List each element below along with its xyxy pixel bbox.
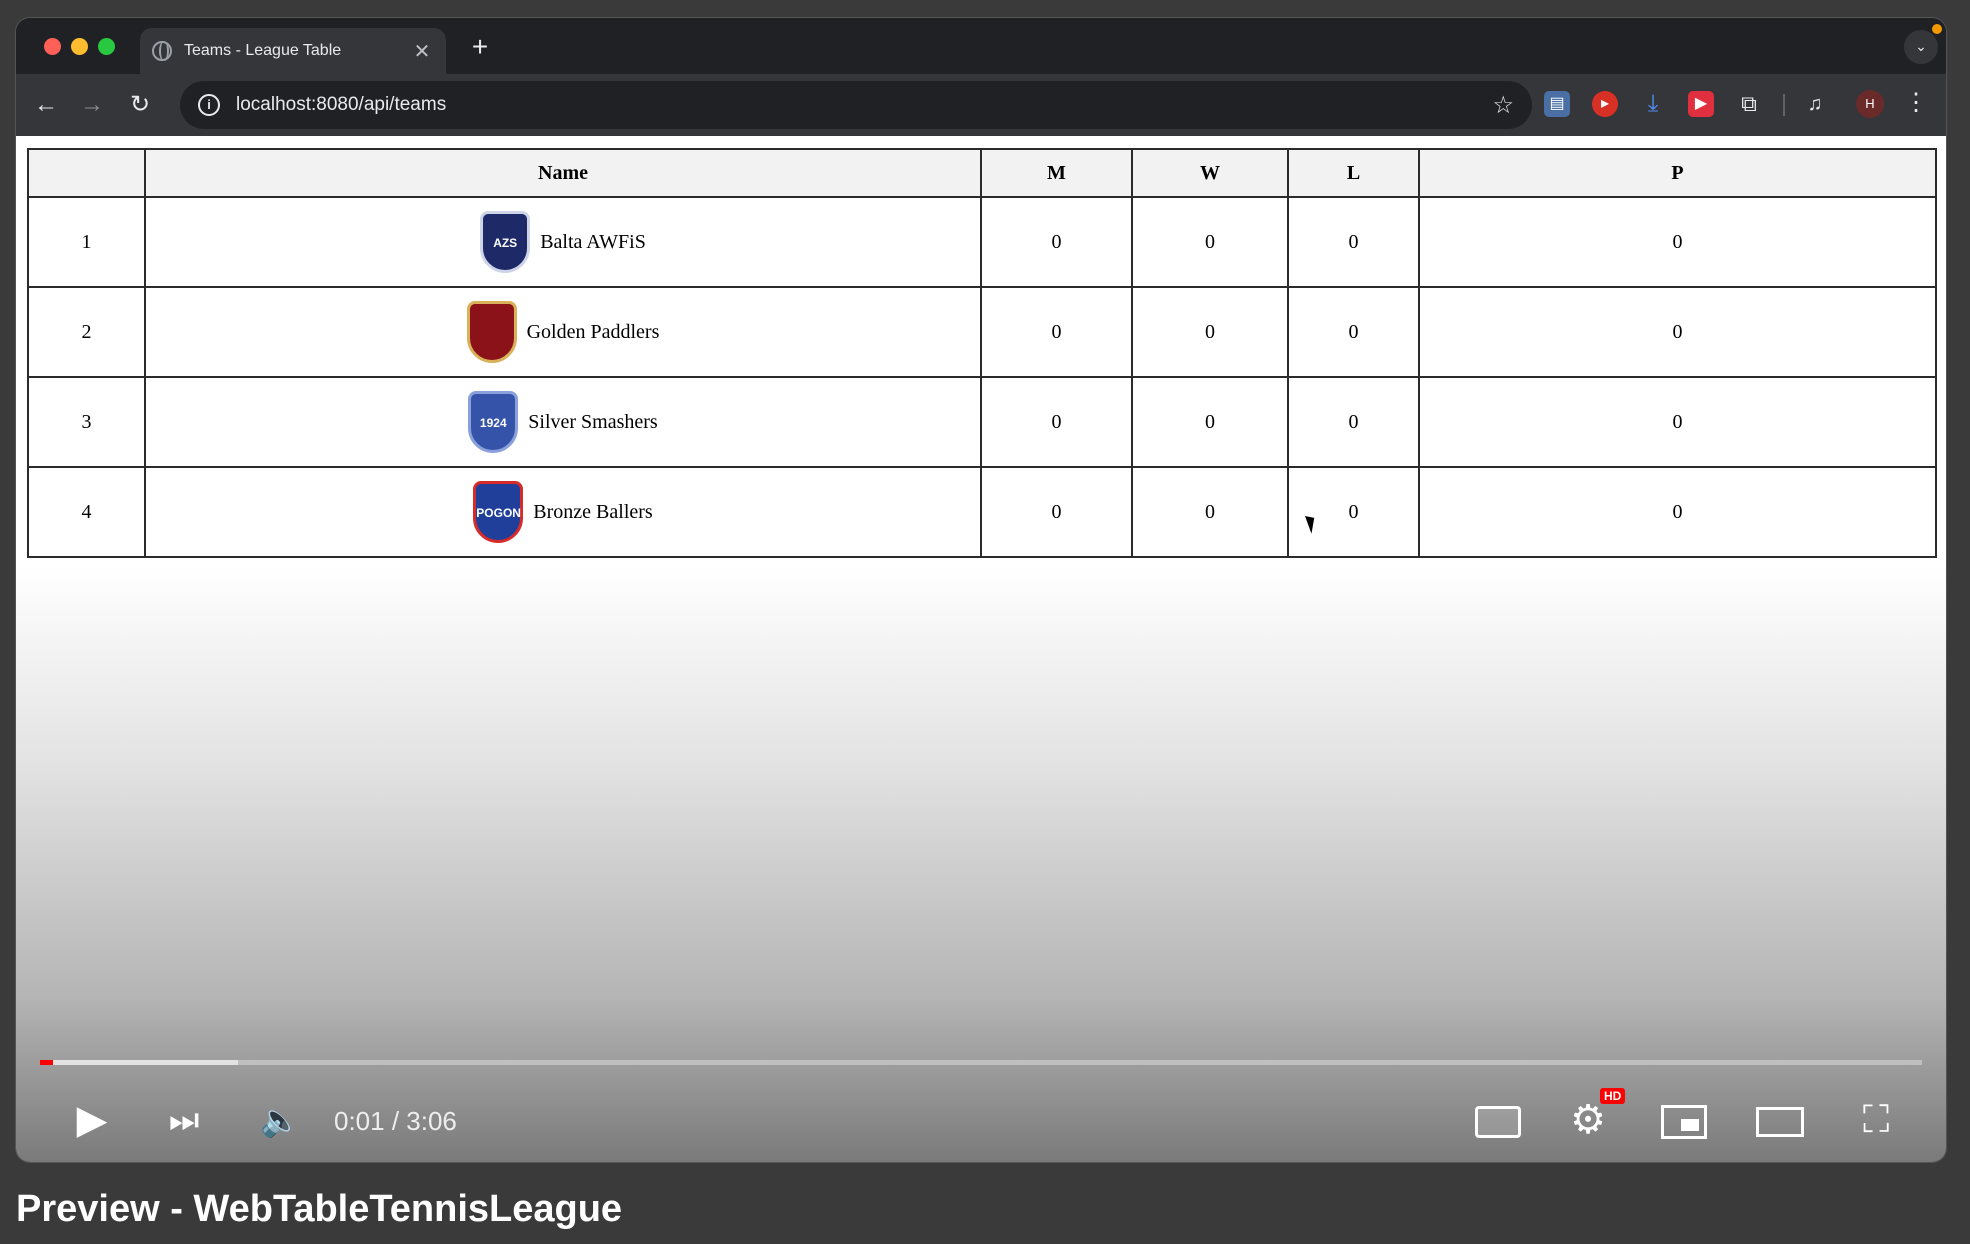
row-position: 4 — [27, 466, 146, 558]
toolbar-divider — [1783, 94, 1785, 116]
points-value: 0 — [1418, 466, 1937, 558]
subtitles-button[interactable] — [1470, 1092, 1526, 1148]
profile-avatar[interactable]: H — [1856, 90, 1884, 118]
points-value: 0 — [1418, 286, 1937, 378]
team-name-cell: Golden Paddlers — [144, 286, 982, 378]
table-row: 1 AZS Balta AWFiS 0 0 0 0 — [27, 196, 1937, 288]
download-icon[interactable]: ⤓ — [1640, 91, 1666, 117]
matches-value: 0 — [980, 376, 1133, 468]
browser-window: Teams - League Table ✕ + ⌄ ← → ↻ i local… — [16, 18, 1946, 1162]
play-button[interactable]: ▶ — [64, 1092, 120, 1148]
subtitles-icon — [1475, 1106, 1521, 1139]
video-caption: Preview - WebTableTennisLeague — [16, 1188, 623, 1230]
wins-value: 0 — [1131, 376, 1289, 468]
page-viewport: Name M W L P 1 AZS Balta AWFiS 0 0 0 0 2… — [16, 136, 1946, 1162]
extension-icon-4[interactable]: ▶ — [1688, 91, 1714, 117]
theater-icon — [1756, 1107, 1804, 1138]
bookmark-star-icon[interactable]: ☆ — [1492, 91, 1514, 120]
team-name-cell: AZS Balta AWFiS — [144, 196, 982, 288]
theater-mode-button[interactable] — [1752, 1092, 1808, 1148]
wins-value: 0 — [1131, 466, 1289, 558]
wins-value: 0 — [1131, 286, 1289, 378]
table-header-row: Name M W L P — [27, 148, 1937, 198]
league-table: Name M W L P 1 AZS Balta AWFiS 0 0 0 0 2… — [27, 148, 1937, 558]
progress-buffered — [40, 1060, 238, 1065]
team-crest-icon: AZS — [480, 211, 531, 273]
site-info-icon[interactable]: i — [198, 94, 220, 116]
hd-badge: HD — [1600, 1088, 1626, 1104]
tab-close-icon[interactable]: ✕ — [410, 39, 434, 64]
notification-dot — [1932, 24, 1942, 34]
row-position: 1 — [27, 196, 146, 288]
row-position: 2 — [27, 286, 146, 378]
volume-icon[interactable]: 🔈 — [252, 1092, 308, 1148]
back-button[interactable]: ← — [28, 87, 64, 123]
losses-value: 0 — [1287, 196, 1420, 288]
progress-played — [40, 1060, 54, 1065]
extensions-puzzle-icon[interactable]: ⧉ — [1736, 91, 1762, 117]
losses-value: 0 — [1287, 286, 1420, 378]
browser-toolbar: ← → ↻ i localhost:8080/api/teams ☆ ▤ ▸ ⤓… — [16, 74, 1946, 136]
header-position — [27, 148, 146, 198]
fullscreen-button[interactable]: ⛶ — [1848, 1092, 1904, 1148]
matches-value: 0 — [980, 466, 1133, 558]
team-name-cell: 1924 Silver Smashers — [144, 376, 982, 468]
team-name: Bronze Ballers — [533, 500, 653, 523]
time-display: 0:01 / 3:06 — [334, 1106, 457, 1136]
new-tab-button[interactable]: + — [464, 32, 496, 64]
team-name: Golden Paddlers — [526, 320, 660, 343]
miniplayer-button[interactable] — [1656, 1092, 1712, 1148]
media-control-icon[interactable]: ♫ — [1802, 91, 1828, 117]
team-crest-icon: 1924 — [468, 391, 519, 453]
team-name: Silver Smashers — [528, 410, 658, 433]
losses-value: 0 — [1287, 376, 1420, 468]
losses-value: 0 — [1287, 466, 1420, 558]
tab-strip: Teams - League Table ✕ + ⌄ — [16, 18, 1946, 74]
matches-value: 0 — [980, 196, 1133, 288]
globe-icon — [152, 41, 172, 61]
extension-icon-2[interactable]: ▸ — [1592, 91, 1618, 117]
close-window-button[interactable] — [44, 38, 61, 55]
address-bar[interactable]: i localhost:8080/api/teams ☆ — [180, 81, 1532, 129]
points-value: 0 — [1418, 196, 1937, 288]
minimize-window-button[interactable] — [71, 38, 88, 55]
tab-teams-league-table[interactable]: Teams - League Table ✕ — [140, 28, 446, 74]
team-crest-icon — [466, 301, 517, 363]
header-name: Name — [144, 148, 982, 198]
team-crest-icon: POGON — [473, 481, 524, 543]
table-row: 3 1924 Silver Smashers 0 0 0 0 — [27, 376, 1937, 468]
maximize-window-button[interactable] — [98, 38, 115, 55]
crest-lettering: POGON — [476, 506, 521, 520]
matches-value: 0 — [980, 286, 1133, 378]
wins-value: 0 — [1131, 196, 1289, 288]
header-matches: M — [980, 148, 1133, 198]
next-button[interactable]: ⏭ — [156, 1092, 212, 1148]
tab-search-button[interactable]: ⌄ — [1904, 30, 1938, 64]
extension-icon-1[interactable]: ▤ — [1544, 91, 1570, 117]
url-text[interactable]: localhost:8080/api/teams — [236, 94, 1492, 116]
crest-lettering: 1924 — [479, 416, 507, 430]
points-value: 0 — [1418, 376, 1937, 468]
tab-title: Teams - League Table — [184, 42, 342, 59]
team-name-cell: POGON Bronze Ballers — [144, 466, 982, 558]
header-points: P — [1418, 148, 1937, 198]
crest-lettering: AZS — [493, 236, 518, 250]
table-row: 2 Golden Paddlers 0 0 0 0 — [27, 286, 1937, 378]
miniplayer-icon — [1661, 1105, 1707, 1140]
team-name: Balta AWFiS — [540, 230, 646, 253]
browser-menu-icon[interactable]: ⋮ — [1904, 88, 1928, 118]
forward-button[interactable]: → — [74, 87, 110, 123]
row-position: 3 — [27, 376, 146, 468]
header-wins: W — [1131, 148, 1289, 198]
reload-button[interactable]: ↻ — [122, 87, 158, 123]
video-player-controls: ▶ ⏭ 🔈 0:01 / 3:06 ⚙ HD ⛶ — [16, 1052, 1946, 1162]
progress-bar[interactable] — [40, 1060, 1922, 1065]
table-row: 4 POGON Bronze Ballers 0 0 0 0 — [27, 466, 1937, 558]
header-losses: L — [1287, 148, 1420, 198]
